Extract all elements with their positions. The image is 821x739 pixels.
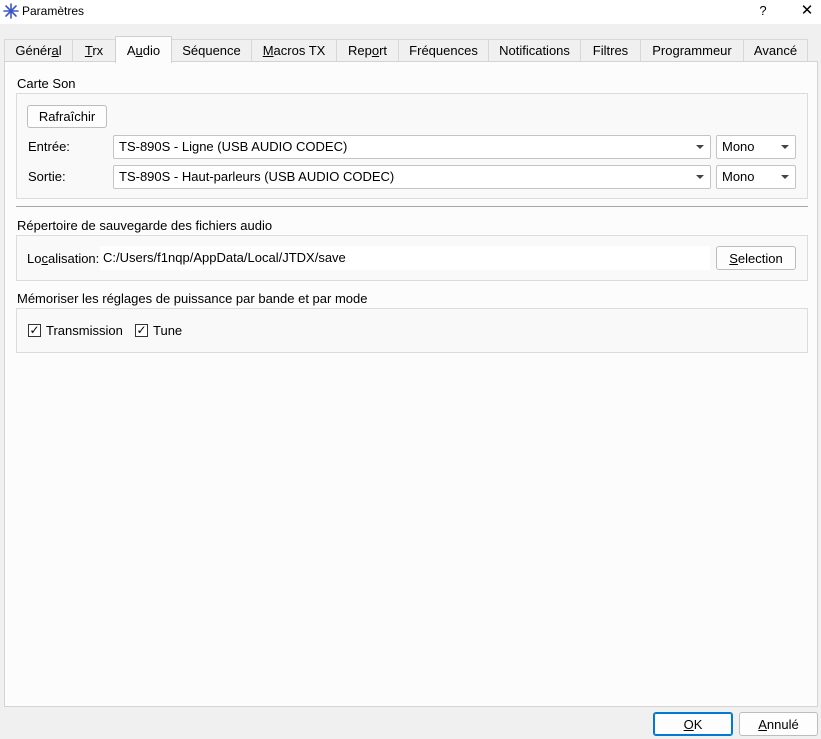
selection-button[interactable]: Selection xyxy=(716,246,796,270)
transmission-label: Transmission xyxy=(46,323,123,338)
soundcard-title: Carte Son xyxy=(17,76,76,91)
tab-trx[interactable]: Trx xyxy=(72,39,116,61)
transmission-checkbox[interactable]: ✓ xyxy=(28,324,41,337)
chevron-down-icon xyxy=(696,175,704,179)
tab-programmeur[interactable]: Programmeur xyxy=(640,39,744,61)
tab-audio[interactable]: Audio xyxy=(115,36,172,63)
tab-sequence[interactable]: Séquence xyxy=(171,39,252,61)
tab-filtres[interactable]: Filtres xyxy=(580,39,641,61)
tab-general[interactable]: Général xyxy=(4,39,73,61)
section-divider xyxy=(16,206,808,207)
input-device-select[interactable]: TS-890S - Ligne (USB AUDIO CODEC) xyxy=(113,135,711,159)
tune-checkbox[interactable]: ✓ xyxy=(135,324,148,337)
output-channel-value: Mono xyxy=(722,169,755,184)
tab-macros-tx[interactable]: Macros TX xyxy=(251,39,337,61)
chevron-down-icon xyxy=(781,175,789,179)
chevron-down-icon xyxy=(781,145,789,149)
tab-bar: Général Trx Audio Séquence Macros TX Rep… xyxy=(0,36,821,63)
cancel-button[interactable]: Annulé xyxy=(739,712,818,736)
tab-report[interactable]: Report xyxy=(336,39,399,61)
input-device-value: TS-890S - Ligne (USB AUDIO CODEC) xyxy=(119,139,348,154)
help-button[interactable]: ? xyxy=(754,1,772,21)
location-label: Localisation: xyxy=(27,251,100,266)
output-device-value: TS-890S - Haut-parleurs (USB AUDIO CODEC… xyxy=(119,169,395,184)
title-bar: Paramètres ? ✕ xyxy=(0,0,821,24)
chevron-down-icon xyxy=(696,145,704,149)
ok-button[interactable]: OK xyxy=(653,712,733,736)
app-icon xyxy=(3,3,19,19)
tab-frequences[interactable]: Fréquences xyxy=(398,39,489,61)
power-title: Mémoriser les réglages de puissance par … xyxy=(17,291,368,306)
save-dir-title: Répertoire de sauvegarde des fichiers au… xyxy=(17,218,273,233)
input-label: Entrée: xyxy=(28,139,70,154)
input-channel-select[interactable]: Mono xyxy=(716,135,796,159)
input-channel-value: Mono xyxy=(722,139,755,154)
output-device-select[interactable]: TS-890S - Haut-parleurs (USB AUDIO CODEC… xyxy=(113,165,711,189)
save-path-field[interactable]: C:/Users/f1nqp/AppData/Local/JTDX/save xyxy=(100,246,710,270)
output-label: Sortie: xyxy=(28,169,66,184)
tab-notifications[interactable]: Notifications xyxy=(488,39,581,61)
refresh-button[interactable]: Rafraîchir xyxy=(27,105,107,128)
close-button[interactable]: ✕ xyxy=(797,1,817,21)
button-bar: OK Annulé xyxy=(0,710,821,739)
tune-label: Tune xyxy=(153,323,183,338)
window-title: Paramètres xyxy=(22,4,85,18)
tab-avance[interactable]: Avancé xyxy=(743,39,808,61)
output-channel-select[interactable]: Mono xyxy=(716,165,796,189)
